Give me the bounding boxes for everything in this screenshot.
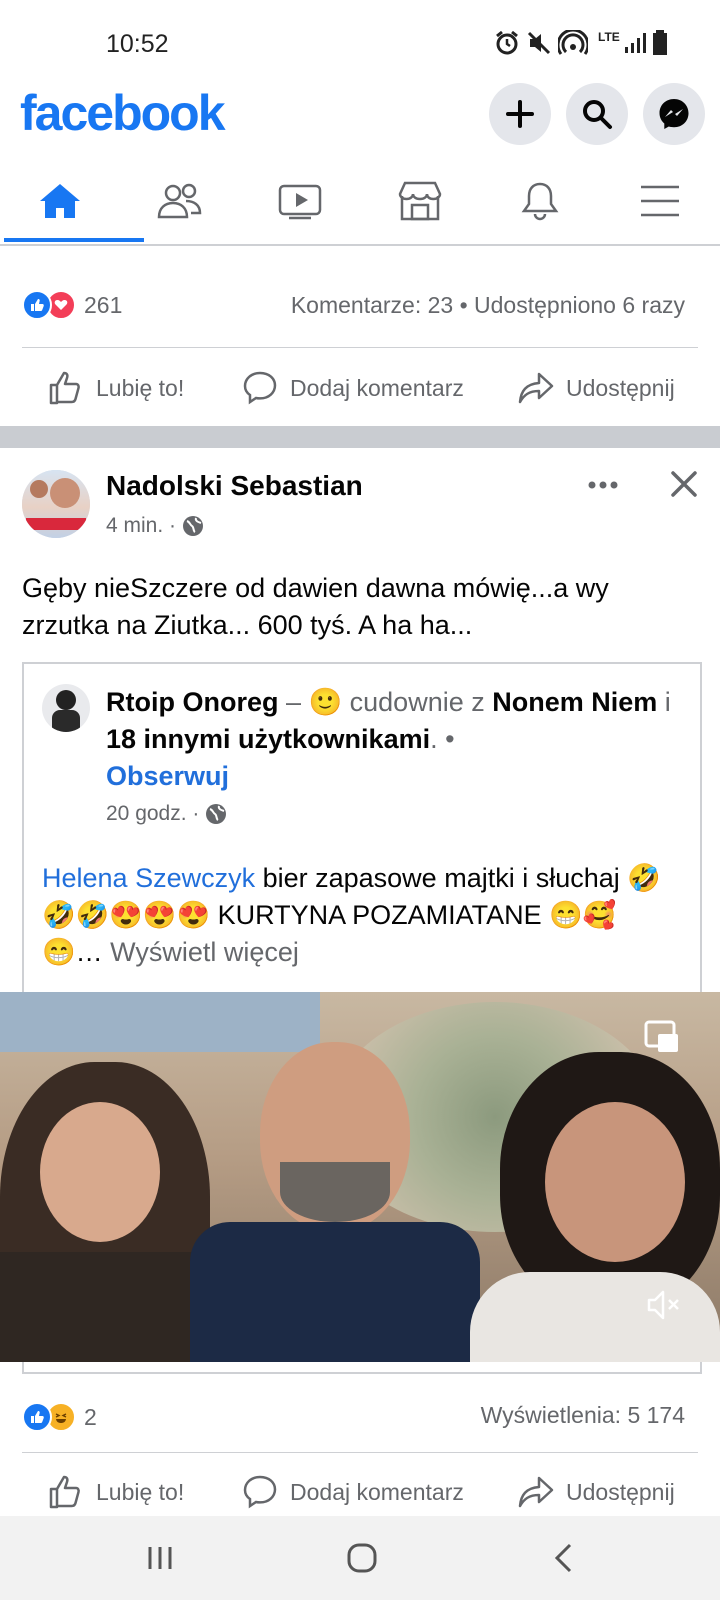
mention-link[interactable]: Helena Szewczyk (42, 863, 255, 893)
share-icon (518, 372, 554, 404)
close-icon[interactable] (670, 470, 698, 498)
share-icon (518, 1476, 554, 1508)
and-text: i (657, 687, 671, 717)
home-icon (40, 184, 80, 218)
video-player[interactable] (0, 992, 720, 1362)
facebook-logo[interactable]: facebook (20, 84, 226, 142)
divider (22, 347, 698, 348)
share-label: Udostępnij (566, 374, 675, 401)
globe-icon (183, 516, 204, 536)
messenger-icon (659, 99, 689, 129)
shared-author[interactable]: Rtoip Onoreg (106, 687, 278, 717)
author-avatar[interactable] (22, 470, 90, 538)
friends-icon (157, 183, 202, 219)
picture-in-picture-icon[interactable] (644, 1020, 680, 1054)
shared-post-card[interactable]: Rtoip Onoreg – 🙂 cudownie z Nonem Niem i… (22, 662, 702, 994)
like-reaction-icon (22, 290, 52, 320)
post-author[interactable]: Nadolski Sebastian (106, 470, 363, 502)
search-button[interactable] (566, 83, 628, 145)
share-button[interactable]: Udostępnij (518, 370, 675, 406)
shared-post-header: Rtoip Onoreg – 🙂 cudownie z Nonem Niem i… (106, 684, 686, 795)
shared-text-part2: KURTYNA POZAMIATANE (210, 900, 550, 930)
tab-home[interactable] (0, 160, 120, 242)
watch-icon (278, 184, 322, 220)
separator-dot: . • (430, 724, 455, 754)
more-options-icon[interactable] (588, 480, 618, 490)
shared-card-bottom (22, 1362, 702, 1374)
feeling-emoji: 🙂 (308, 687, 343, 717)
comment-label: Dodaj komentarz (290, 374, 464, 401)
share-label: Udostępnij (566, 1478, 675, 1505)
person-right-body (470, 1272, 720, 1362)
tab-menu[interactable] (600, 160, 720, 242)
views-count: Wyświetlenia: 5 174 (480, 1402, 685, 1428)
messenger-button[interactable] (643, 83, 705, 145)
comment-label: Dodaj komentarz (290, 1478, 464, 1505)
tab-friends[interactable] (120, 160, 240, 242)
plus-icon (506, 100, 534, 128)
active-tab-indicator (4, 238, 144, 242)
like-reaction-icon (22, 1402, 52, 1432)
notifications-icon (521, 182, 559, 221)
create-button[interactable] (489, 83, 551, 145)
network-type: LTE (598, 30, 620, 44)
thumbs-up-icon (49, 1475, 80, 1509)
alarm-icon (496, 30, 518, 55)
shared-post-text: Helena Szewczyk bier zapasowe majtki i s… (42, 860, 662, 971)
back-icon[interactable] (552, 1542, 576, 1574)
post-stats[interactable]: Komentarze: 23 • Udostępniono 6 razy (291, 292, 685, 319)
person-left-face (40, 1102, 160, 1242)
like-label: Lubię to! (96, 374, 185, 401)
painting (0, 992, 320, 1052)
battery-icon (653, 30, 667, 55)
shared-author-avatar[interactable] (42, 684, 90, 732)
like-label: Lubię to! (96, 1478, 185, 1505)
signal-icon (625, 33, 646, 53)
comment-icon (243, 371, 277, 405)
like-button[interactable]: Lubię to! (48, 1474, 184, 1510)
shared-text-part1: bier zapasowe majtki i słuchaj (255, 863, 628, 893)
follow-link[interactable]: Obserwuj (106, 761, 229, 791)
menu-icon (641, 185, 679, 217)
comment-button[interactable]: Dodaj komentarz (242, 1474, 464, 1510)
main-nav (0, 160, 720, 246)
system-nav-bar (0, 1516, 720, 1600)
comment-icon (243, 1475, 277, 1509)
person-center-body (190, 1222, 480, 1362)
feeling-text: cudownie z (342, 687, 493, 717)
like-button[interactable]: Lubię to! (48, 370, 184, 406)
comment-button[interactable]: Dodaj komentarz (242, 370, 464, 406)
share-button[interactable]: Udostępnij (518, 1474, 675, 1510)
post-text: Gęby nieSzczere od dawien dawna mówię...… (22, 573, 609, 640)
status-bar: 10:52 LTE (0, 0, 720, 84)
hotspot-icon (558, 30, 588, 55)
mute-icon (527, 31, 551, 55)
shared-post-time[interactable]: 20 godz. · (106, 802, 199, 826)
reactions-summary[interactable]: 2 (22, 1402, 97, 1432)
tab-watch[interactable] (240, 160, 360, 242)
tab-notifications[interactable] (480, 160, 600, 242)
recent-apps-icon[interactable] (146, 1544, 174, 1572)
thumbs-up-icon (49, 371, 80, 405)
status-time: 10:52 (106, 30, 169, 58)
reactions-summary[interactable]: 261 (22, 290, 122, 320)
home-nav-icon[interactable] (346, 1542, 378, 1574)
person-right-face (545, 1102, 685, 1262)
divider (22, 1452, 698, 1453)
person-center-beard (280, 1162, 390, 1222)
tagged-others[interactable]: 18 innymi użytkownikami (106, 724, 430, 754)
post-time[interactable]: 4 min. · (106, 514, 176, 538)
muted-volume-icon[interactable] (646, 1288, 682, 1322)
tab-marketplace[interactable] (360, 160, 480, 242)
see-more-link[interactable]: Wyświetl więcej (110, 937, 299, 967)
marketplace-icon (398, 181, 442, 221)
globe-icon (206, 804, 227, 824)
reaction-count: 261 (84, 291, 123, 318)
ellipsis: … (75, 937, 111, 967)
dash: – (278, 687, 309, 717)
reaction-count: 2 (84, 1403, 97, 1430)
search-icon (583, 100, 612, 129)
feed-separator (0, 426, 720, 448)
tagged-user[interactable]: Nonem Niem (492, 687, 657, 717)
